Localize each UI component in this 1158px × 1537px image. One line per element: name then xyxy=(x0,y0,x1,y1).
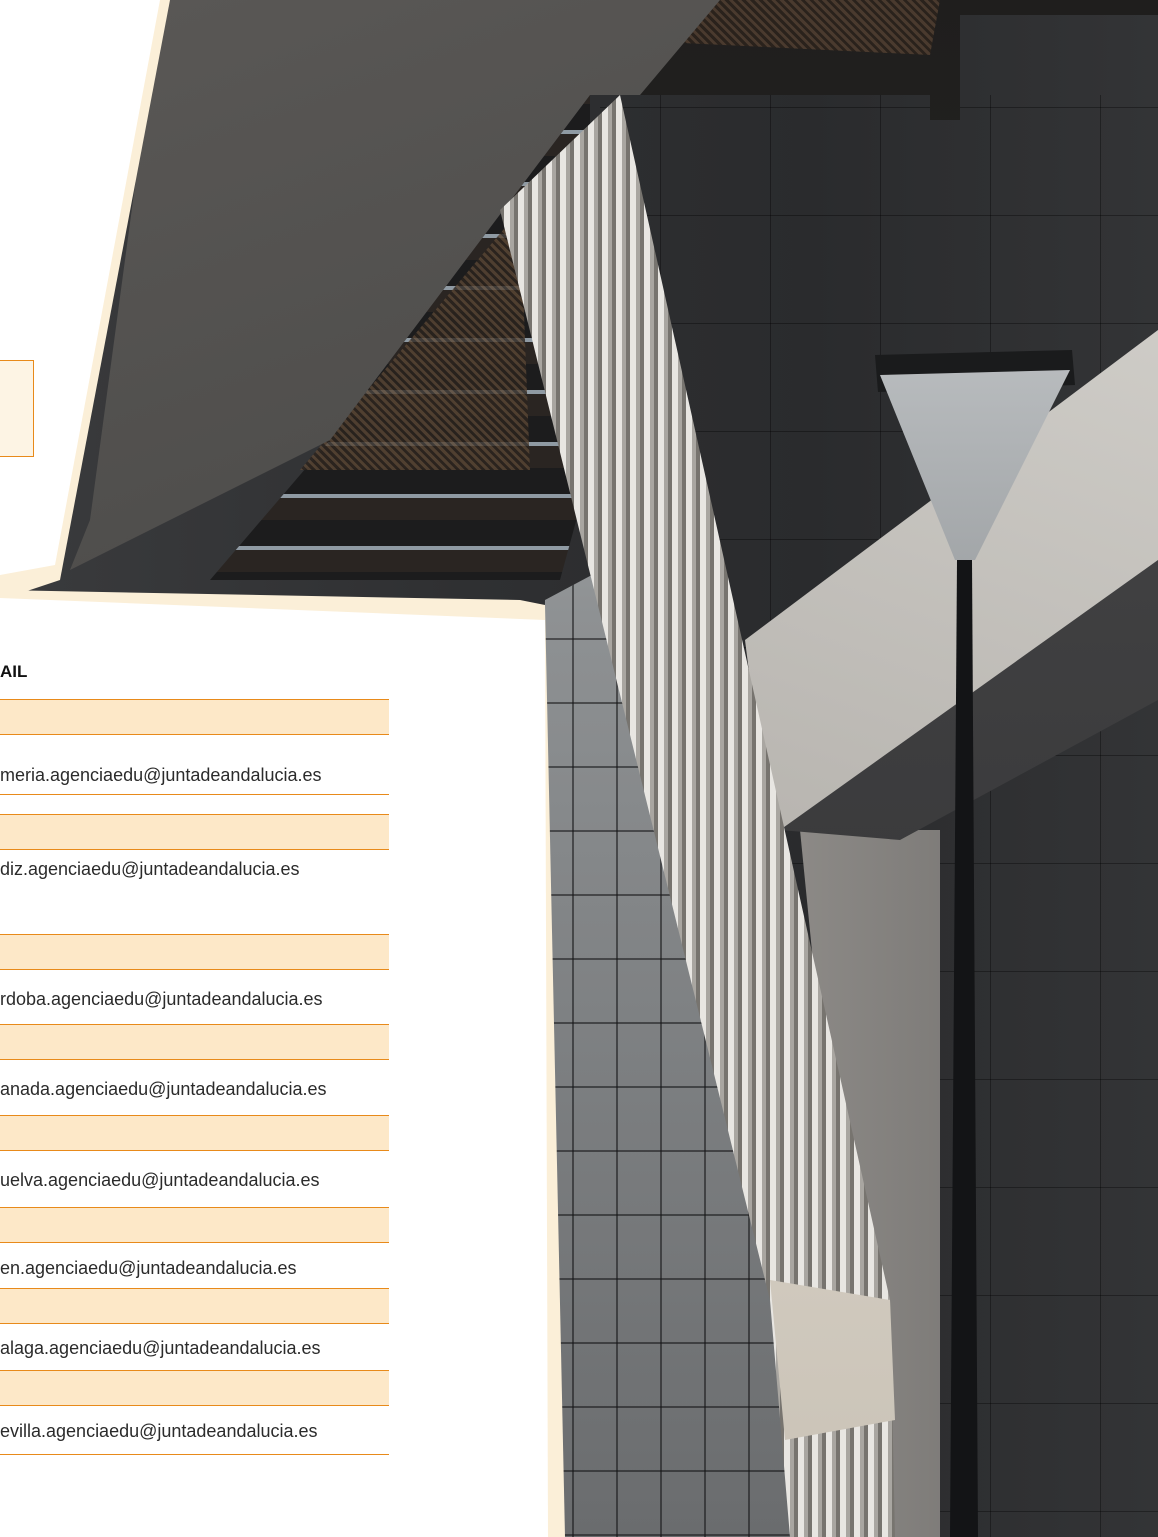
email-row: uelva.agenciaedu@juntadeandalucia.es xyxy=(0,1153,389,1208)
email-link[interactable]: uelva.agenciaedu@juntadeandalucia.es xyxy=(0,1170,320,1191)
email-row: alaga.agenciaedu@juntadeandalucia.es xyxy=(0,1326,389,1371)
email-row: rdoba.agenciaedu@juntadeandalucia.es xyxy=(0,972,389,1026)
email-row: diz.agenciaedu@juntadeandalucia.es xyxy=(0,852,389,935)
email-link[interactable]: alaga.agenciaedu@juntadeandalucia.es xyxy=(0,1338,321,1359)
email-link[interactable]: diz.agenciaedu@juntadeandalucia.es xyxy=(0,859,300,880)
email-row: meria.agenciaedu@juntadeandalucia.es xyxy=(0,740,389,795)
province-band xyxy=(0,1288,389,1324)
province-band xyxy=(0,1370,389,1406)
callout-box: s xyxy=(0,360,34,457)
email-link[interactable]: en.agenciaedu@juntadeandalucia.es xyxy=(0,1258,297,1279)
email-row: en.agenciaedu@juntadeandalucia.es xyxy=(0,1244,389,1289)
province-band xyxy=(0,699,389,735)
email-link[interactable]: anada.agenciaedu@juntadeandalucia.es xyxy=(0,1079,327,1100)
province-band xyxy=(0,1207,389,1243)
province-band xyxy=(0,934,389,970)
table-header-email: AIL xyxy=(0,662,28,681)
email-link[interactable]: evilla.agenciaedu@juntadeandalucia.es xyxy=(0,1421,318,1442)
province-band xyxy=(0,1115,389,1151)
province-band xyxy=(0,814,389,850)
email-link[interactable]: rdoba.agenciaedu@juntadeandalucia.es xyxy=(0,989,323,1010)
email-link[interactable]: meria.agenciaedu@juntadeandalucia.es xyxy=(0,765,322,786)
email-row: anada.agenciaedu@juntadeandalucia.es xyxy=(0,1062,389,1117)
province-band xyxy=(0,1024,389,1060)
email-row: evilla.agenciaedu@juntadeandalucia.es xyxy=(0,1408,389,1455)
